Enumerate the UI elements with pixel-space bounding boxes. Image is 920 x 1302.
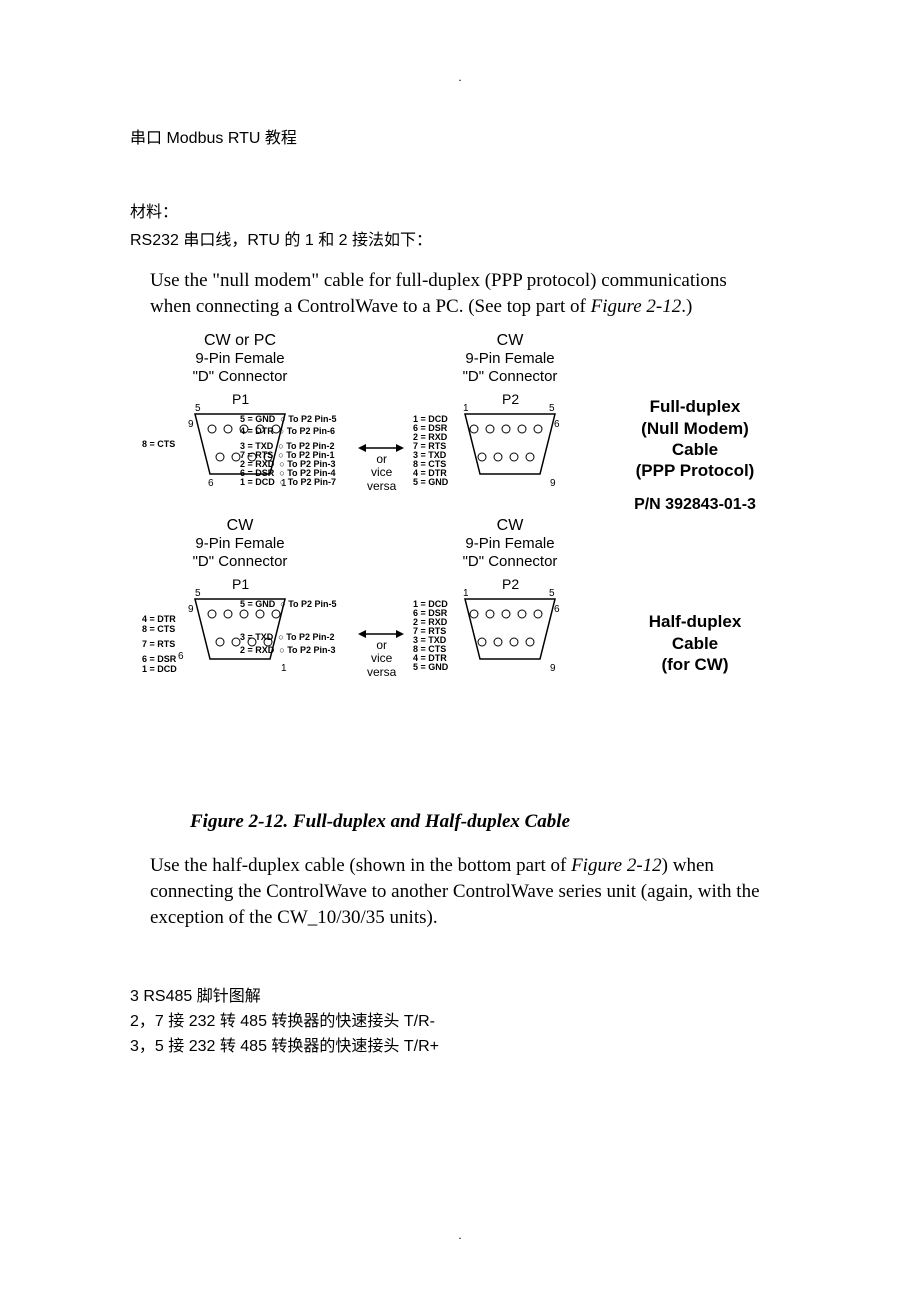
- doc-title: 串口 Modbus RTU 教程: [130, 124, 790, 148]
- pin-p1-half: 5 = GND ○ To P2 Pin-5: [240, 600, 337, 609]
- left-pin-label: 4 = DTR: [142, 614, 176, 624]
- left-pin-label: 8 = CTS: [142, 439, 175, 449]
- pinnum: 5: [195, 588, 201, 599]
- arrow-versa: versa: [367, 666, 396, 679]
- arrow-vice: vice: [367, 466, 396, 479]
- half-duplex-label: Half-duplex Cable (for CW): [605, 611, 785, 675]
- left-pin-label: 8 = CTS: [142, 624, 175, 634]
- p1-label-top: P1: [232, 391, 249, 407]
- p2-label-bot: P2: [502, 576, 519, 592]
- rs485-notes: 3 RS485 脚针图解 2，7 接 232 转 485 转换器的快速接头 T/…: [130, 985, 790, 1059]
- connector-label-bot-right: CW 9-Pin Female "D" Connector: [450, 516, 570, 571]
- pin-p1: 1 = DCD ○ To P2 Pin-7: [240, 478, 336, 487]
- hd-l3: (for CW): [605, 654, 785, 675]
- materials-label: 材料：: [130, 198, 790, 222]
- pin-p1: 5 = GND ○ To P2 Pin-5: [240, 415, 337, 424]
- cl-br-3: "D" Connector: [450, 553, 570, 571]
- pin-p1: 4 = DTR ○ To P2 Pin-6: [240, 427, 335, 436]
- materials-line: RS232 串口线，RTU 的 1 和 2 接法如下：: [130, 226, 790, 250]
- para2-t1: Use the half-duplex cable (shown in the …: [150, 855, 571, 876]
- note-2: 2，7 接 232 转 485 转换器的快速接头 T/R-: [130, 1010, 790, 1035]
- cl-br-2: 9-Pin Female: [450, 535, 570, 553]
- db9-connector-p2-top: [460, 409, 560, 479]
- note-1: 3 RS485 脚针图解: [130, 985, 790, 1010]
- intro-paragraph: Use the "null modem" cable for full-dupl…: [150, 268, 770, 319]
- cl-bl-1: CW: [180, 516, 300, 535]
- arrow-text-top: or vice versa: [367, 453, 396, 493]
- cable-diagram: CW or PC 9-Pin Female "D" Connector CW 9…: [150, 331, 790, 776]
- pin-p1-half: 3 = TXD ○ To P2 Pin-2: [240, 633, 335, 642]
- para2-figref: Figure 2-12: [571, 855, 662, 876]
- cl-br-1: CW: [450, 516, 570, 535]
- fd-l2: (Null Modem): [605, 418, 785, 439]
- pinnum: 5: [549, 403, 555, 414]
- pinnum: 9: [550, 663, 556, 674]
- pin-p1-half: 2 = RXD ○ To P2 Pin-3: [240, 646, 336, 655]
- pinnum: 5: [195, 403, 201, 414]
- arrow-versa: versa: [367, 480, 396, 493]
- connector-label-bot-left: CW 9-Pin Female "D" Connector: [180, 516, 300, 571]
- fd-l4: (PPP Protocol): [605, 460, 785, 481]
- connector-label-top-left: CW or PC 9-Pin Female "D" Connector: [180, 331, 300, 386]
- left-pin-label: 7 = RTS: [142, 639, 175, 649]
- pinnum: 1: [463, 403, 469, 414]
- hd-l1: Half-duplex: [605, 611, 785, 632]
- pinnum: 6: [208, 478, 214, 489]
- cl-bl-3: "D" Connector: [180, 553, 300, 571]
- pinnum: 1: [463, 588, 469, 599]
- cl-bl-2: 9-Pin Female: [180, 535, 300, 553]
- p1-label-bot: P1: [232, 576, 249, 592]
- cl-tr-1: CW: [450, 331, 570, 350]
- part-number: P/N 392843-01-3: [605, 495, 785, 515]
- arrow-vice: vice: [367, 652, 396, 665]
- cl-tl-2: 9-Pin Female: [180, 350, 300, 368]
- full-duplex-label: Full-duplex (Null Modem) Cable (PPP Prot…: [605, 396, 785, 515]
- pinnum: 5: [549, 588, 555, 599]
- connector-label-top-right: CW 9-Pin Female "D" Connector: [450, 331, 570, 386]
- p2-label-top: P2: [502, 391, 519, 407]
- cl-tl-3: "D" Connector: [180, 368, 300, 386]
- cl-tr-3: "D" Connector: [450, 368, 570, 386]
- pinnum: 9: [550, 478, 556, 489]
- pin-p2-half: 5 = GND: [413, 663, 448, 672]
- pin-p2: 5 = GND: [413, 478, 448, 487]
- intro-figure-ref: Figure 2-12: [591, 296, 682, 317]
- pinnum: 6: [554, 419, 560, 430]
- page-content: 串口 Modbus RTU 教程 材料： RS232 串口线，RTU 的 1 和…: [0, 84, 920, 1060]
- page-footer-dot: .: [0, 1228, 920, 1242]
- arrow-text-bot: or vice versa: [367, 639, 396, 679]
- fd-l1: Full-duplex: [605, 396, 785, 417]
- para-half-duplex: Use the half-duplex cable (shown in the …: [150, 853, 770, 930]
- cl-tr-2: 9-Pin Female: [450, 350, 570, 368]
- db9-connector-p2-bot: [460, 594, 560, 664]
- pinnum: 6: [554, 604, 560, 615]
- intro-text-2: .): [681, 296, 692, 317]
- pinnum: 9: [188, 419, 194, 430]
- pinnum: 1: [281, 663, 287, 674]
- left-pin-label: 1 = DCD: [142, 664, 177, 674]
- hd-l2: Cable: [605, 633, 785, 654]
- pinnum: 9: [188, 604, 194, 615]
- figure-caption: Figure 2-12. Full-duplex and Half-duplex…: [190, 811, 790, 833]
- page-header-dot: .: [0, 70, 920, 84]
- fd-l3: Cable: [605, 439, 785, 460]
- cl-tl-1: CW or PC: [180, 331, 300, 350]
- note-3: 3，5 接 232 转 485 转换器的快速接头 T/R+: [130, 1035, 790, 1060]
- left-pin-label: 6 = DSR: [142, 654, 176, 664]
- pinnum: 6: [178, 651, 184, 662]
